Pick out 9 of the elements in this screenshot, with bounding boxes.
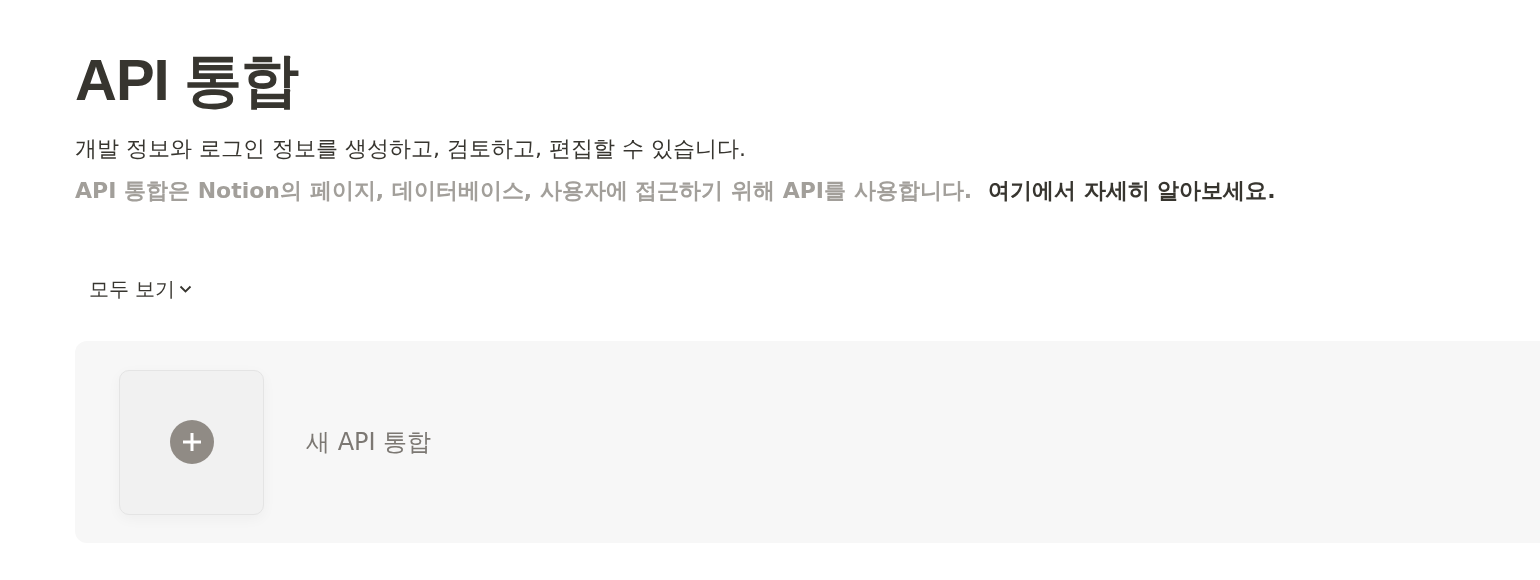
learn-more-link[interactable]: 여기에서 자세히 알아보세요. — [988, 176, 1276, 206]
filter-dropdown[interactable]: 모두 보기 — [85, 272, 197, 307]
description: API 통합은 Notion의 페이지, 데이터베이스, 사용자에 접근하기 위해 API를 사용합니다. — [75, 177, 973, 205]
subtitle: 개발 정보와 로그인 정보를 생성하고, 검토하고, 편집할 수 있습니다. — [75, 135, 747, 163]
new-integration-label[interactable]: 새 API 통합 — [306, 426, 432, 458]
new-integration-tile[interactable] — [119, 369, 264, 515]
page-title: API 통합 — [75, 46, 300, 114]
chevron-down-icon — [179, 285, 193, 294]
plus-icon — [169, 420, 214, 464]
